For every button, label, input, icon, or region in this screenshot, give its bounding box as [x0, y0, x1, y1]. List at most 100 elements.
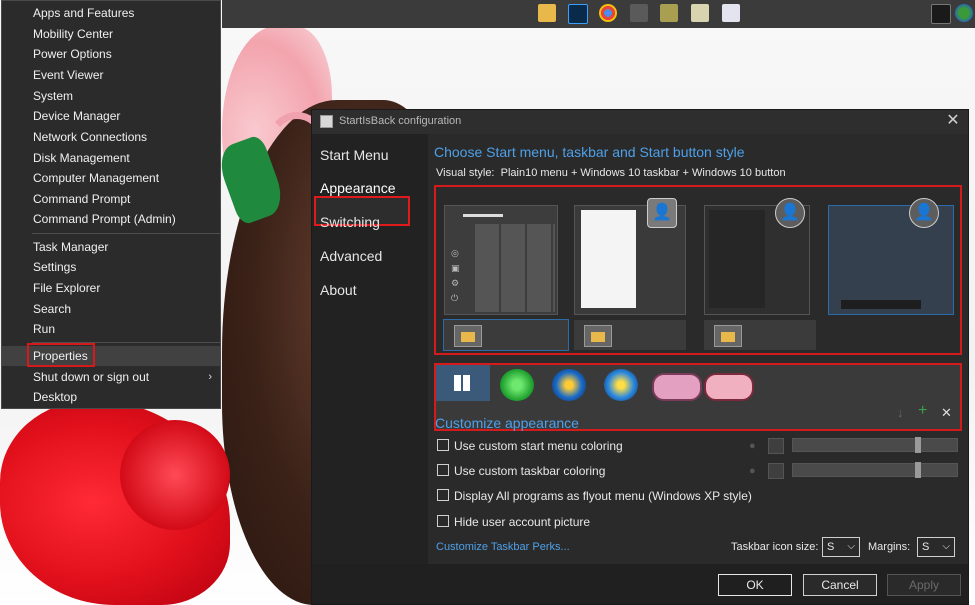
style-thumb-classic[interactable]: 👤 — [704, 198, 810, 315]
chevron-right-icon: › — [208, 371, 212, 383]
add-icon[interactable]: + — [918, 402, 927, 420]
nav-start-menu[interactable]: Start Menu — [320, 147, 388, 163]
menu-item-power-options[interactable]: Power Options — [2, 44, 220, 64]
window-title: StartIsBack configuration — [339, 115, 462, 127]
slider-thumb[interactable] — [915, 437, 921, 453]
folder-icon — [584, 325, 612, 347]
color-swatch[interactable] — [768, 463, 784, 479]
user-avatar-icon: 👤 — [647, 198, 677, 228]
file-explorer-icon[interactable] — [538, 4, 556, 22]
checkbox[interactable] — [437, 489, 449, 501]
window-titlebar[interactable]: StartIsBack configuration ✕ — [312, 110, 968, 134]
menu-item-network-connections[interactable]: Network Connections — [2, 127, 220, 147]
start-button-anime-2[interactable] — [704, 373, 754, 401]
option-label: Use custom start menu coloring — [454, 439, 623, 453]
user-avatar-icon: 👤 — [775, 198, 805, 228]
checkbox[interactable] — [437, 515, 449, 527]
menu-item-device-manager[interactable]: Device Manager — [2, 106, 220, 126]
menu-separator — [32, 233, 220, 234]
nav-switching[interactable]: Switching — [320, 214, 380, 230]
start-button-vista-orb[interactable] — [604, 369, 638, 401]
menu-item-mobility-center[interactable]: Mobility Center — [2, 24, 220, 44]
customize-appearance-heading: Customize appearance — [435, 415, 579, 431]
user-avatar-icon: 👤 — [909, 198, 939, 228]
start-button-windows10-selected[interactable] — [436, 365, 490, 401]
close-icon[interactable]: ✕ — [944, 112, 962, 130]
checkbox[interactable] — [437, 439, 449, 451]
chevron-down-icon: ⌵ — [847, 541, 855, 552]
wallpaper-red-ribbon-knot — [120, 420, 230, 530]
menu-item-apps-and-features[interactable]: Apps and Features — [2, 3, 220, 23]
nav-about[interactable]: About — [320, 282, 357, 298]
folder-icon — [454, 325, 482, 347]
network-globe-icon[interactable] — [955, 4, 973, 22]
menu-item-event-viewer[interactable]: Event Viewer — [2, 65, 220, 85]
menu-item-system[interactable]: System — [2, 86, 220, 106]
cancel-button[interactable]: Cancel — [803, 574, 877, 596]
tray-app-icon[interactable] — [931, 4, 951, 24]
highlight-properties — [27, 343, 95, 367]
color-drop-icon: ● — [749, 465, 756, 477]
option-label: Hide user account picture — [454, 515, 591, 529]
chrome-icon[interactable] — [599, 4, 617, 22]
style-thumb-windows7[interactable]: 👤 — [574, 198, 686, 315]
document-icon[interactable] — [722, 4, 740, 22]
section-heading: Choose Start menu, taskbar and Start but… — [434, 144, 745, 160]
taskbar-icon-size-select[interactable]: S ⌵ — [822, 537, 860, 557]
option-hide-user-picture[interactable]: Hide user account picture — [437, 515, 590, 529]
style-thumb-plain10-selected[interactable]: 👤 — [828, 198, 954, 315]
remove-icon[interactable]: ✕ — [941, 405, 952, 421]
taskbar-style-classic[interactable] — [704, 320, 816, 350]
ok-button[interactable]: OK — [718, 574, 792, 596]
visual-style-value: Plain10 menu + Windows 10 taskbar + Wind… — [500, 167, 786, 179]
margins-select[interactable]: S ⌵ — [917, 537, 955, 557]
start-button-windows7-orb[interactable] — [552, 369, 586, 401]
menu-item-computer-management[interactable]: Computer Management — [2, 168, 220, 188]
apply-button[interactable]: Apply — [887, 574, 961, 596]
app-icon — [320, 115, 333, 128]
start-button-anime-1[interactable] — [652, 373, 702, 401]
menu-item-label: Shut down or sign out — [33, 370, 150, 384]
windows-logo-icon — [454, 375, 470, 391]
taskbar-style-windows7[interactable] — [574, 320, 686, 350]
taskbar-style-windows10[interactable] — [443, 319, 569, 351]
taskbar-opacity-slider[interactable] — [792, 462, 958, 478]
menu-item-settings[interactable]: Settings — [2, 257, 220, 277]
menu-item-disk-management[interactable]: Disk Management — [2, 148, 220, 168]
start-menu-opacity-slider[interactable] — [792, 437, 958, 453]
option-custom-taskbar-coloring[interactable]: Use custom taskbar coloring — [437, 464, 605, 478]
download-icon[interactable]: ↓ — [897, 405, 904, 420]
taskbar-icon-size-label: Taskbar icon size: — [731, 541, 819, 553]
media-player-icon[interactable] — [660, 4, 678, 22]
menu-item-desktop[interactable]: Desktop — [2, 387, 220, 407]
mixer-icon[interactable] — [630, 4, 648, 22]
menu-item-run[interactable]: Run — [2, 319, 220, 339]
config-nav: Start Menu Appearance Switching Advanced… — [312, 134, 428, 574]
menu-item-file-explorer[interactable]: File Explorer — [2, 278, 220, 298]
select-value: S — [827, 541, 835, 553]
menu-item-shut-down-or-sign-out[interactable]: Shut down or sign out › — [2, 367, 220, 387]
option-custom-start-menu-coloring[interactable]: Use custom start menu coloring — [437, 439, 623, 453]
option-flyout-all-programs[interactable]: Display All programs as flyout menu (Win… — [437, 489, 752, 503]
color-swatch[interactable] — [768, 438, 784, 454]
margins-label: Margins: — [868, 541, 911, 553]
select-value: S — [922, 541, 930, 553]
taskbar — [222, 0, 975, 28]
option-label: Display All programs as flyout menu (Win… — [454, 489, 752, 503]
slider-thumb[interactable] — [915, 462, 921, 478]
style-thumb-windows10[interactable]: ◎ ▣ ⚙ ⏻ — [444, 205, 558, 315]
menu-item-command-prompt-admin[interactable]: Command Prompt (Admin) — [2, 209, 220, 229]
nav-appearance[interactable]: Appearance — [320, 180, 396, 196]
nav-advanced[interactable]: Advanced — [320, 248, 382, 264]
notes-icon[interactable] — [691, 4, 709, 22]
menu-item-command-prompt[interactable]: Command Prompt — [2, 189, 220, 209]
menu-item-task-manager[interactable]: Task Manager — [2, 237, 220, 257]
checkbox[interactable] — [437, 464, 449, 476]
visual-style-line: Visual style: Plain10 menu + Windows 10 … — [436, 167, 786, 179]
menu-item-search[interactable]: Search — [2, 299, 220, 319]
customize-taskbar-perks-link[interactable]: Customize Taskbar Perks... — [436, 541, 570, 553]
photoshop-icon[interactable] — [568, 4, 588, 24]
chevron-down-icon: ⌵ — [942, 541, 950, 552]
start-button-clover[interactable] — [500, 369, 534, 401]
menu-style-gallery: ◎ ▣ ⚙ ⏻ 👤 👤 👤 — [434, 185, 962, 355]
